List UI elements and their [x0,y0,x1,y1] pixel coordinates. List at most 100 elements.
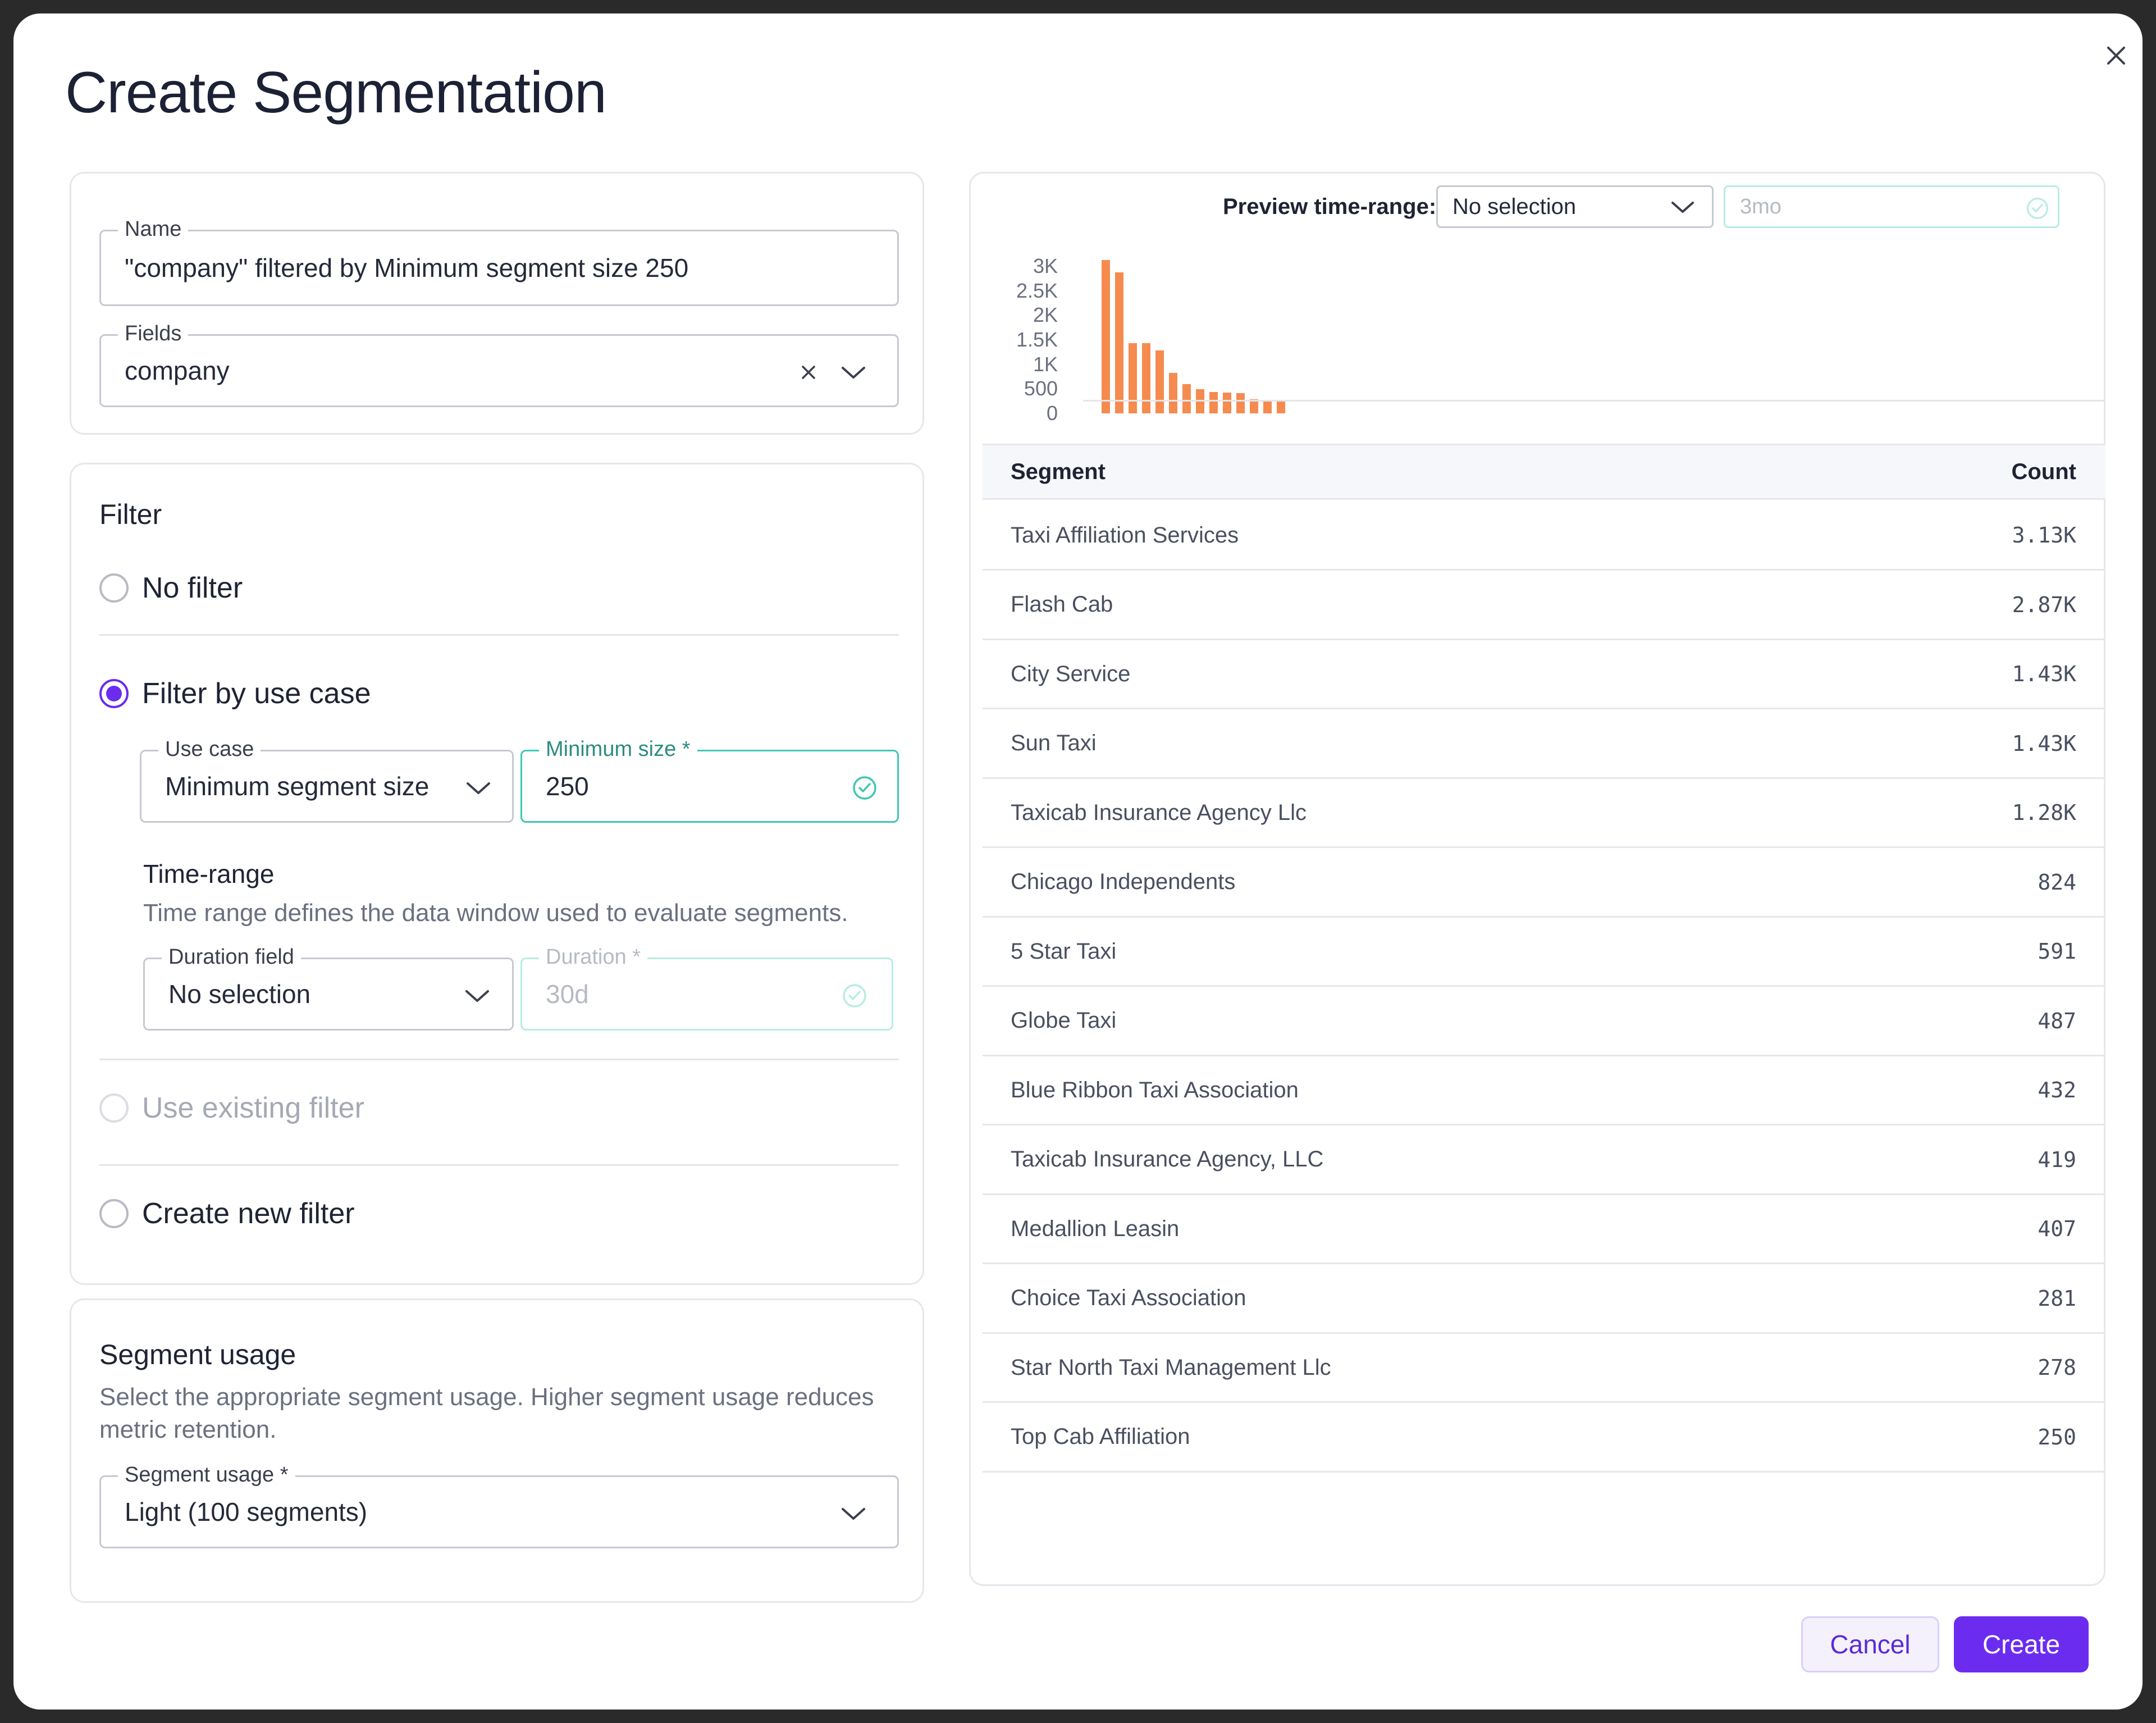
segment-usage-description: Select the appropriate segment usage. Hi… [99,1383,874,1411]
chart-bar [1169,373,1177,413]
segment-usage-value: Light (100 segments) [125,1497,368,1526]
create-segmentation-dialog: Create Segmentation Name "company" filte… [13,13,2143,1710]
general-card: Name "company" filtered by Minimum segme… [70,172,924,435]
segment-count: 487 [2038,1008,2076,1033]
dialog-title: Create Segmentation [65,60,607,125]
filter-heading: Filter [99,499,162,530]
table-row[interactable]: Star North Taxi Management Llc 278 [983,1334,2105,1403]
divider [99,634,899,636]
table-row[interactable]: Choice Taxi Association 281 [983,1265,2105,1334]
radio-label: Create new filter [142,1197,355,1230]
column-header-count[interactable]: Count [2011,445,2076,498]
table-row[interactable]: Taxicab Insurance Agency, LLC 419 [983,1126,2105,1195]
use-case-select[interactable]: Use case Minimum segment size [140,737,514,823]
column-header-segment[interactable]: Segment [1011,445,1106,498]
preview-range-field[interactable]: 3mo [1724,185,2059,228]
segment-table-header: Segment Count [983,444,2105,500]
segment-usage-heading: Segment usage [99,1339,296,1370]
minimum-size-field[interactable]: Minimum size * 250 [520,737,899,823]
table-row[interactable]: 5 Star Taxi 591 [983,918,2105,987]
segment-count: 1.28K [2012,800,2076,825]
segment-usage-card: Segment usage Select the appropriate seg… [70,1298,924,1603]
chevron-down-icon[interactable] [831,355,876,389]
radio-label: Use existing filter [142,1092,364,1124]
preview-range-input[interactable]: 3mo [1740,187,1782,226]
table-row[interactable]: Top Cab Affiliation 250 [983,1403,2105,1473]
segment-name: City Service [1011,661,1131,686]
radio-button[interactable] [99,679,129,708]
segment-count: 250 [2038,1424,2076,1449]
segment-count: 419 [2038,1147,2076,1172]
table-row[interactable]: Taxicab Insurance Agency Llc 1.28K [983,779,2105,848]
name-field[interactable]: Name "company" filtered by Minimum segme… [99,217,899,306]
duration-field[interactable]: Duration * 30d [520,945,893,1031]
chart-bar [1277,401,1285,413]
chart-bar [1236,393,1245,413]
segment-name: Globe Taxi [1011,1008,1117,1033]
fields-select[interactable]: Fields company [99,321,899,407]
segment-count: 281 [2038,1286,2076,1311]
create-button[interactable]: Create [1954,1616,2089,1672]
y-tick-label: 1.5K [1016,328,1058,351]
radio-create-new-filter[interactable]: Create new filter [99,1197,355,1230]
chevron-down-icon[interactable] [456,771,501,805]
segment-count: 3.13K [2012,523,2076,548]
table-row[interactable]: Taxi Affiliation Services 3.13K [983,502,2105,571]
chart-bar [1129,343,1137,413]
divider [99,1059,899,1060]
segment-name: 5 Star Taxi [1011,938,1117,964]
chart-bar [1209,392,1218,413]
table-row[interactable]: Flash Cab 2.87K [983,571,2105,640]
chevron-down-icon[interactable] [455,979,500,1013]
table-row[interactable]: Chicago Independents 824 [983,849,2105,918]
cancel-button[interactable]: Cancel [1801,1616,1939,1672]
radio-button[interactable] [99,573,129,603]
radio-label: No filter [142,572,243,604]
radio-filter-by-use-case[interactable]: Filter by use case [99,677,371,710]
y-tick-label: 0 [1046,402,1058,425]
table-row[interactable]: Sun Taxi 1.43K [983,710,2105,779]
clear-icon[interactable] [792,355,825,389]
divider [99,1164,899,1166]
radio-use-existing-filter[interactable]: Use existing filter [99,1091,364,1125]
segment-name: Sun Taxi [1011,731,1097,755]
segment-count: 1.43K [2012,731,2076,756]
segment-count: 591 [2038,939,2076,964]
segment-name: Medallion Leasin [1011,1216,1180,1241]
chevron-down-icon[interactable] [1666,192,1700,223]
radio-button[interactable] [99,1093,129,1123]
preview-time-range-select[interactable]: No selection [1436,185,1714,228]
segment-count: 432 [2038,1078,2076,1102]
table-row[interactable]: Blue Ribbon Taxi Association 432 [983,1056,2105,1125]
close-button[interactable] [2096,36,2136,75]
segment-usage-select[interactable]: Segment usage * Light (100 segments) [99,1462,899,1548]
preview-time-range-label: Preview time-range: [1223,194,1437,219]
y-tick-label: 500 [1024,377,1058,400]
name-input[interactable]: "company" filtered by Minimum segment si… [125,231,688,304]
duration-input[interactable]: 30d [546,959,589,1029]
y-tick-label: 1K [1033,352,1058,376]
duration-field-select[interactable]: Duration field No selection [143,945,514,1031]
segment-name: Choice Taxi Association [1011,1286,1246,1310]
minimum-size-input[interactable]: 250 [546,751,589,821]
check-circle-icon [838,979,871,1013]
chart-bar [1223,393,1231,413]
segment-usage-description-2: metric retention. [99,1416,277,1443]
check-circle-icon [2022,193,2053,224]
time-range-heading: Time-range [143,859,275,888]
table-row[interactable]: City Service 1.43K [983,640,2105,709]
chart-bar [1263,399,1272,413]
y-tick-label: 2K [1033,303,1058,327]
preview-time-range-value: No selection [1452,194,1577,219]
segment-name: Top Cab Affiliation [1011,1424,1190,1449]
radio-button[interactable] [99,1199,129,1228]
segment-count: 278 [2038,1355,2076,1380]
chevron-down-icon[interactable] [831,1497,876,1530]
time-range-description: Time range defines the data window used … [143,899,848,927]
table-row[interactable]: Medallion Leasin 407 [983,1195,2105,1264]
close-icon [2107,47,2125,65]
segment-count: 1.43K [2012,662,2076,686]
radio-no-filter[interactable]: No filter [99,571,243,605]
segment-name: Blue Ribbon Taxi Association [1011,1077,1299,1102]
table-row[interactable]: Globe Taxi 487 [983,987,2105,1056]
